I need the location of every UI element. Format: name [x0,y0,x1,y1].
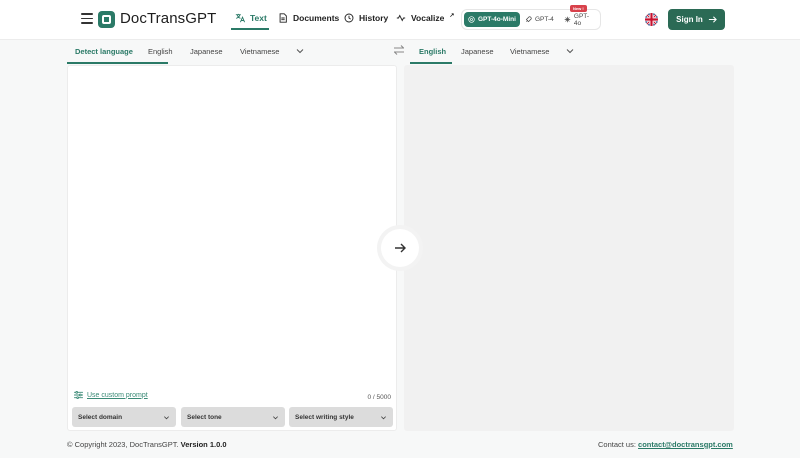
select-writing-style-label: Select writing style [295,413,354,421]
contact-email-link[interactable]: contact@doctransgpt.com [638,440,733,449]
select-writing-style[interactable]: Select writing style [289,407,393,427]
rocket-icon [525,16,532,23]
target-tab-vietnamese[interactable]: Vietnamese [510,47,549,56]
chevron-down-icon [381,415,386,419]
select-tone-label: Select tone [187,413,222,421]
sign-in-label: Sign In [676,15,703,24]
chevron-down-icon[interactable] [565,46,575,56]
model-gpt-4[interactable]: GPT-4 [521,12,558,27]
sparkle-icon [564,16,571,23]
target-language-tabs: English Japanese Vietnamese [410,40,734,64]
version-text: Version 1.0.0 [180,440,227,449]
source-tab-vietnamese[interactable]: Vietnamese [240,47,279,56]
nav-documents[interactable]: Documents [278,13,339,23]
arrow-right-icon [708,16,717,23]
target-tab-indicator [410,62,452,64]
sign-in-button[interactable]: Sign In [668,9,725,30]
target-panel [404,65,734,431]
nav-text[interactable]: Text [235,13,267,23]
brand-name: DocTransGPT [120,10,217,27]
character-count: 0 / 5000 [367,394,392,401]
model-selector: GPT-4o-Mini GPT-4 GPT-4o [461,9,601,30]
swap-languages-icon[interactable] [393,44,405,56]
arrow-right-icon [395,243,406,253]
source-language-tabs: Detect language English Japanese Vietnam… [67,40,397,64]
model-gpt-4o-label: GPT-4o [573,12,590,27]
source-panel: Use custom prompt 0 / 5000 Select domain… [67,65,397,431]
custom-prompt-label: Use custom prompt [87,391,148,399]
select-tone[interactable]: Select tone [181,407,285,427]
uk-flag-icon[interactable] [645,13,658,26]
model-gpt-4o[interactable]: GPT-4o [560,12,600,27]
openai-icon [468,16,475,23]
source-tab-english[interactable]: English [148,47,173,56]
select-domain-label: Select domain [78,413,123,421]
nav-documents-label: Documents [293,13,340,23]
contact-label: Contact us: [598,440,636,449]
waveform-icon [396,14,406,22]
logo-icon [98,11,115,28]
clock-icon [344,13,354,23]
model-gpt-4o-mini[interactable]: GPT-4o-Mini [464,12,520,27]
translate-button[interactable] [381,229,419,267]
model-gpt-4o-mini-label: GPT-4o-Mini [478,16,516,23]
nav-vocalize[interactable]: Vocalize ↗ [396,13,454,23]
nav-vocalize-label: Vocalize [411,13,445,23]
nav-history[interactable]: History [344,13,388,23]
chevron-down-icon [164,415,169,419]
nav-history-label: History [359,13,389,23]
target-tab-japanese[interactable]: Japanese [461,47,494,56]
source-tab-indicator [67,62,168,64]
translate-icon [235,13,245,23]
nav-text-label: Text [250,13,267,23]
target-tab-english[interactable]: English [419,47,446,56]
select-domain[interactable]: Select domain [72,407,176,427]
sliders-icon [74,391,83,399]
model-gpt-4-label: GPT-4 [535,16,554,23]
top-navigation-bar: DocTransGPT Text Documents History Vocal… [0,0,800,40]
menu-icon[interactable] [81,13,93,24]
custom-prompt-link[interactable]: Use custom prompt [74,391,148,399]
chevron-down-icon [273,415,278,419]
new-badge: New ! [570,5,587,12]
source-tab-japanese[interactable]: Japanese [190,47,223,56]
source-text-input[interactable] [68,66,396,386]
copyright-text: © Copyright 2023, DocTransGPT. [67,440,179,449]
source-tab-detect[interactable]: Detect language [75,47,133,56]
external-link-icon: ↗ [449,12,455,19]
footer-copyright: © Copyright 2023, DocTransGPT. Version 1… [67,440,227,449]
chevron-down-icon[interactable] [295,46,305,56]
document-icon [279,13,287,23]
footer-contact: Contact us: contact@doctransgpt.com [598,440,733,449]
nav-active-indicator [231,28,269,30]
